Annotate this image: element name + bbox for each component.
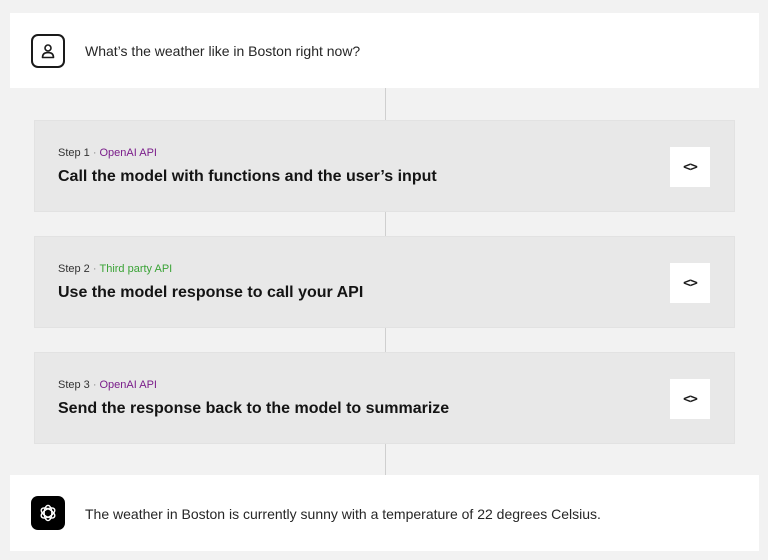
step-source-tag: OpenAI API [99, 147, 157, 159]
step-title: Send the response back to the model to s… [58, 400, 450, 417]
step-label: Step 1 [58, 147, 90, 159]
step-separator: · [92, 263, 97, 275]
step-meta: Step 2 · Third party API [58, 263, 172, 275]
step-card-1: Step 1 · OpenAI API Call the model with fu… [34, 120, 735, 212]
connector-line [385, 444, 386, 475]
step-separator: · [92, 147, 97, 159]
step-card-2: Step 2 · Third party API Use the model res… [34, 236, 735, 328]
connector-line [385, 88, 386, 120]
step-title: Call the model with functions and the us… [58, 168, 437, 185]
step-label: Step 2 [58, 263, 90, 275]
connector-line [385, 212, 386, 236]
assistant-message-text: The weather in Boston is currently sunny… [85, 506, 601, 522]
view-code-button[interactable]: <> [670, 263, 710, 303]
step-separator: · [92, 379, 97, 391]
step-label: Step 3 [58, 379, 90, 391]
step-title: Use the model response to call your API [58, 284, 364, 301]
step-source-tag: OpenAI API [99, 379, 157, 391]
step-meta: Step 1 · OpenAI API [58, 147, 157, 159]
user-icon [31, 34, 65, 68]
user-message-text: What’s the weather like in Boston right … [85, 43, 361, 59]
openai-logo-icon [31, 496, 65, 530]
step-meta: Step 3 · OpenAI API [58, 379, 157, 391]
view-code-button[interactable]: <> [670, 147, 710, 187]
view-code-button[interactable]: <> [670, 379, 710, 419]
step-source-tag: Third party API [99, 263, 173, 275]
step-card-3: Step 3 · OpenAI API Send the response back… [34, 352, 735, 444]
user-message-card: What’s the weather like in Boston right … [10, 13, 759, 88]
assistant-message-card: The weather in Boston is currently sunny… [10, 475, 759, 551]
connector-line [385, 328, 386, 352]
